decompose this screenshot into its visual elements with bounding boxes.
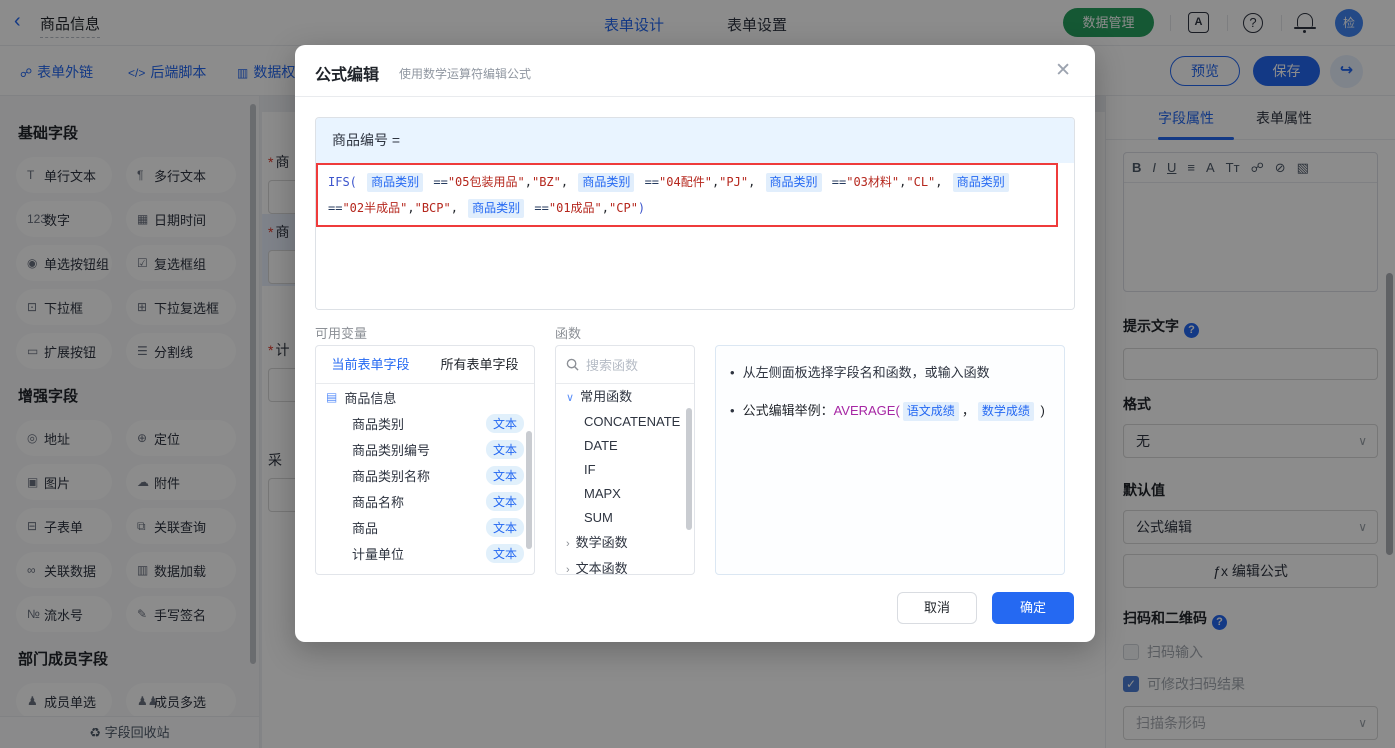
function-group-name: 文本函数 [576, 561, 628, 575]
confirm-button[interactable]: 确定 [992, 592, 1074, 624]
variable-name: 商品名称 [352, 492, 404, 511]
functions-scrollbar[interactable] [686, 408, 692, 530]
function-item-MAPX[interactable]: MAPX [556, 482, 694, 506]
cancel-button[interactable]: 取消 [897, 592, 977, 624]
formula-body[interactable]: IFS( 商品类别 =="05包装用品","BZ", 商品类别 =="04配件"… [316, 163, 1074, 310]
type-badge: 文本 [486, 518, 524, 537]
field-chip-商品类别[interactable]: 商品类别 [766, 173, 822, 192]
chevron-down-icon: ∨ [566, 392, 574, 404]
type-badge: 文本 [486, 414, 524, 433]
formula-token-str: "05包装用品" [448, 175, 525, 189]
formula-token-txt: , [935, 175, 949, 189]
modal-title: 公式编辑 [315, 61, 379, 85]
example-field-chip[interactable]: 数学成绩 [978, 402, 1034, 421]
function-group-常用函数[interactable]: ∨ 常用函数 [556, 384, 694, 410]
formula-token-txt: , [451, 201, 465, 215]
formula-token-str: "CP" [609, 201, 638, 215]
field-chip-商品类别[interactable]: 商品类别 [367, 173, 423, 192]
formula-token-str: "02半成品" [342, 201, 407, 215]
file-icon: ▤ [326, 390, 337, 404]
field-chip-商品类别[interactable]: 商品类别 [578, 173, 634, 192]
formula-token-txt: , [407, 201, 414, 215]
formula-token-op: == [328, 201, 342, 215]
variable-row-商品名称[interactable]: 商品名称 文本 [316, 488, 534, 514]
formula-token-txt: , [748, 175, 762, 189]
app: ‹ 商品信息 表单设计 表单设置 数据管理 A ? 检 ☍表单外链 </>后端脚… [0, 0, 1395, 748]
formula-token-txt: 公式编辑举例： [743, 403, 834, 418]
formula-editor-modal: 公式编辑 使用数学运算符编辑公式 ✕ 商品编号 = IFS( 商品类别 =="0… [295, 45, 1095, 642]
help-line: •从左侧面板选择字段名和函数，或输入函数 [730, 362, 1050, 384]
chevron-right-icon: › [566, 564, 570, 575]
formula-token-txt: , [602, 201, 609, 215]
variables-tabs: 当前表单字段 所有表单字段 [316, 346, 534, 384]
function-group-name: 常用函数 [580, 389, 632, 404]
formula-token-op: == [426, 175, 448, 189]
function-group-文本函数[interactable]: › 文本函数 [556, 556, 694, 575]
function-item-CONCATENATE[interactable]: CONCATENATE [556, 410, 694, 434]
formula-token-op: == [825, 175, 847, 189]
function-search[interactable]: 搜索函数 [556, 346, 694, 384]
type-badge: 文本 [486, 466, 524, 485]
variable-row-商品类别名称[interactable]: 商品类别名称 文本 [316, 462, 534, 488]
formula-token-kw: IFS( [328, 175, 364, 189]
formula-token-kw: ) [638, 201, 645, 215]
function-item-DATE[interactable]: DATE [556, 434, 694, 458]
variable-group-name: 商品信息 [344, 388, 396, 407]
search-icon [566, 358, 579, 371]
variable-name: 商品类别名称 [352, 466, 430, 485]
tab-current-form-fields[interactable]: 当前表单字段 [316, 346, 425, 383]
formula-token-str: "03材料" [846, 175, 899, 189]
modal-subtitle: 使用数学运算符编辑公式 [399, 65, 531, 82]
type-badge: 文本 [486, 440, 524, 459]
variables-label: 可用变量 [315, 323, 367, 342]
formula-token-op: == [637, 175, 659, 189]
variables-panel: 当前表单字段 所有表单字段 ▤商品信息商品类别文本商品类别编号文本商品类别名称文… [315, 345, 535, 575]
variable-name: 商品类别 [352, 414, 404, 433]
variable-name: 商品类别编号 [352, 440, 430, 459]
formula-token-txt: , [561, 175, 575, 189]
variable-row-商品[interactable]: 商品 文本 [316, 514, 534, 540]
formula-input-area[interactable]: IFS( 商品类别 =="05包装用品","BZ", 商品类别 =="04配件"… [316, 163, 1058, 227]
formula-token-txt: , [525, 175, 532, 189]
formula-token-str: "BZ" [532, 175, 561, 189]
type-badge: 文本 [486, 544, 524, 563]
formula-token-str: "01成品" [549, 201, 602, 215]
variable-name: 计量单位 [352, 544, 404, 563]
chevron-right-icon: › [566, 538, 570, 550]
function-group-数学函数[interactable]: › 数学函数 [556, 530, 694, 556]
formula-box: 商品编号 = IFS( 商品类别 =="05包装用品","BZ", 商品类别 =… [315, 117, 1075, 310]
function-item-SUM[interactable]: SUM [556, 506, 694, 530]
formula-help-panel: •从左侧面板选择字段名和函数，或输入函数 •公式编辑举例：AVERAGE(语文成… [715, 345, 1065, 575]
field-chip-商品类别[interactable]: 商品类别 [953, 173, 1009, 192]
variable-name: 商品 [352, 518, 378, 537]
variable-group-row[interactable]: ▤ 商品信息 [316, 384, 534, 410]
tab-all-form-fields[interactable]: 所有表单字段 [425, 346, 534, 383]
example-field-chip[interactable]: 语文成绩 [903, 402, 959, 421]
variable-row-商品类别[interactable]: 商品类别 文本 [316, 410, 534, 436]
functions-label: 函数 [555, 323, 581, 342]
close-icon[interactable]: ✕ [1055, 59, 1071, 82]
formula-token-str: "BCP" [415, 201, 451, 215]
formula-token-op: == [527, 201, 549, 215]
search-placeholder: 搜索函数 [586, 355, 638, 374]
function-item-IF[interactable]: IF [556, 458, 694, 482]
formula-token-fn: AVERAGE( [834, 403, 900, 418]
help-line-example: •公式编辑举例：AVERAGE(语文成绩，数学成绩 ) [730, 400, 1050, 422]
modal-header: 公式编辑 使用数学运算符编辑公式 ✕ [295, 45, 1095, 97]
field-chip-商品类别[interactable]: 商品类别 [468, 199, 524, 218]
variable-row-商品类别编号[interactable]: 商品类别编号 文本 [316, 436, 534, 462]
function-group-name: 数学函数 [576, 535, 628, 550]
type-badge: 文本 [486, 492, 524, 511]
formula-token-txt: ， [962, 403, 975, 418]
formula-token-str: "PJ" [719, 175, 748, 189]
variables-scrollbar[interactable] [526, 431, 532, 549]
formula-token-str: "CL" [906, 175, 935, 189]
variable-row-计量单位[interactable]: 计量单位 文本 [316, 540, 534, 566]
functions-panel: 搜索函数 ∨常用函数CONCATENATEDATEIFMAPXSUM›数学函数›… [555, 345, 695, 575]
formula-token-txt: ) [1037, 403, 1045, 418]
formula-target: 商品编号 = [316, 118, 1074, 163]
formula-token-str: "04配件" [659, 175, 712, 189]
